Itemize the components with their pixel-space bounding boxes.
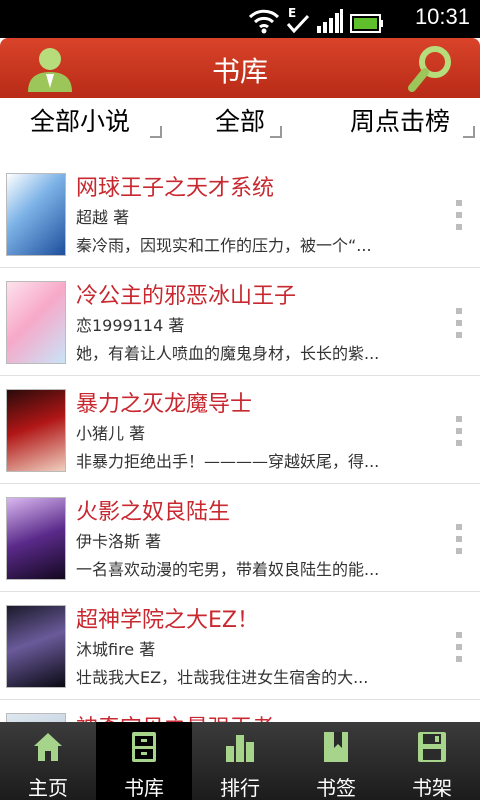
book-title: 火影之奴良陆生 (76, 500, 231, 525)
book-item[interactable]: 网球王子之天才系统 超越 著 秦冷雨，因现实和工作的压力，被一个“... (0, 160, 480, 268)
book-description: 非暴力拒绝出手！————穿越妖尾，得... (76, 452, 380, 471)
book-title: 暴力之灭龙魔导士 (76, 392, 253, 417)
search-icon (408, 46, 451, 92)
book-title: 超神学院之大EZ！ (76, 608, 259, 633)
filter-ranking-dropdown[interactable]: 周点击榜 (320, 98, 480, 150)
status-icons: E (248, 4, 384, 34)
book-author: 小猪儿 著 (76, 424, 146, 443)
book-cover (6, 281, 66, 364)
filter-ranking-label: 周点击榜 (349, 107, 450, 136)
status-bar: E 10:31 (0, 0, 480, 38)
book-list: 网球王子之天才系统 超越 著 秦冷雨，因现实和工作的压力，被一个“... 冷公主… (0, 160, 480, 724)
bookmark-icon (324, 732, 348, 762)
app-header: 书库 (0, 38, 480, 98)
book-author: 恋1999114 著 (76, 316, 185, 335)
data-e-icon: E (286, 6, 310, 34)
book-author: 沐城fire 著 (76, 640, 156, 659)
wifi-icon (248, 9, 280, 34)
tab-home-label: 主页 (28, 776, 68, 800)
book-cover (6, 389, 66, 472)
book-item[interactable]: 暴力之灭龙魔导士 小猪儿 著 非暴力拒绝出手！————穿越妖尾，得... (0, 376, 480, 484)
book-title: 网球王子之天才系统 (76, 176, 275, 201)
filter-category-label: 全部小说 (29, 107, 130, 136)
more-options-icon[interactable] (456, 200, 462, 230)
clock: 10:31 (414, 4, 470, 29)
tab-library-label: 书库 (124, 776, 164, 800)
book-description: 壮哉我大EZ，壮哉我住进女生宿舍的大... (76, 668, 369, 687)
signal-icon (317, 9, 343, 33)
more-options-icon[interactable] (456, 632, 462, 662)
tab-ranking-label: 排行 (220, 776, 260, 800)
bottom-tab-bar: 主页 书库 排行 书签 书架 (0, 722, 480, 800)
more-options-icon[interactable] (456, 524, 462, 554)
dropdown-corner-icon (270, 126, 282, 138)
save-disk-icon (418, 732, 446, 762)
filter-bar: 全部小说 全部 周点击榜 (0, 98, 480, 150)
book-author: 伊卡洛斯 著 (76, 532, 162, 551)
tab-home[interactable]: 主页 (0, 722, 96, 800)
book-item[interactable]: 冷公主的邪恶冰山王子 恋1999114 著 她，有着让人喷血的魔鬼身材，长长的紫… (0, 268, 480, 376)
cabinet-icon (132, 732, 156, 762)
battery-icon (350, 14, 383, 33)
search-button[interactable] (404, 44, 456, 94)
tab-library[interactable]: 书库 (96, 722, 192, 800)
tab-bookmark-label: 书签 (316, 776, 356, 800)
svg-text:E: E (288, 6, 296, 20)
tab-bookshelf-label: 书架 (412, 776, 452, 800)
book-description: 秦冷雨，因现实和工作的压力，被一个“... (76, 236, 372, 255)
book-cover (6, 605, 66, 688)
book-cover (6, 173, 66, 256)
book-item[interactable]: 火影之奴良陆生 伊卡洛斯 著 一名喜欢动漫的宅男，带着奴良陆生的能... (0, 484, 480, 592)
book-title: 冷公主的邪恶冰山王子 (76, 284, 297, 309)
book-cover (6, 497, 66, 580)
tab-bookmark[interactable]: 书签 (288, 722, 384, 800)
bar-chart-icon (226, 735, 254, 762)
book-item[interactable]: 神奇宝贝之最强王者 (0, 700, 480, 724)
tab-bookshelf[interactable]: 书架 (384, 722, 480, 800)
more-options-icon[interactable] (456, 308, 462, 338)
book-description: 一名喜欢动漫的宅男，带着奴良陆生的能... (76, 560, 380, 579)
filter-status-label: 全部 (214, 107, 265, 136)
filter-category-dropdown[interactable]: 全部小说 (0, 98, 162, 150)
filter-status-dropdown[interactable]: 全部 (160, 98, 320, 150)
book-item[interactable]: 超神学院之大EZ！ 沐城fire 著 壮哉我大EZ，壮哉我住进女生宿舍的大... (0, 592, 480, 700)
tab-ranking[interactable]: 排行 (192, 722, 288, 800)
book-author: 超越 著 (76, 208, 130, 227)
home-icon (34, 733, 62, 761)
dropdown-corner-icon (463, 126, 475, 138)
more-options-icon[interactable] (456, 416, 462, 446)
book-description: 她，有着让人喷血的魔鬼身材，长长的紫... (76, 344, 380, 363)
